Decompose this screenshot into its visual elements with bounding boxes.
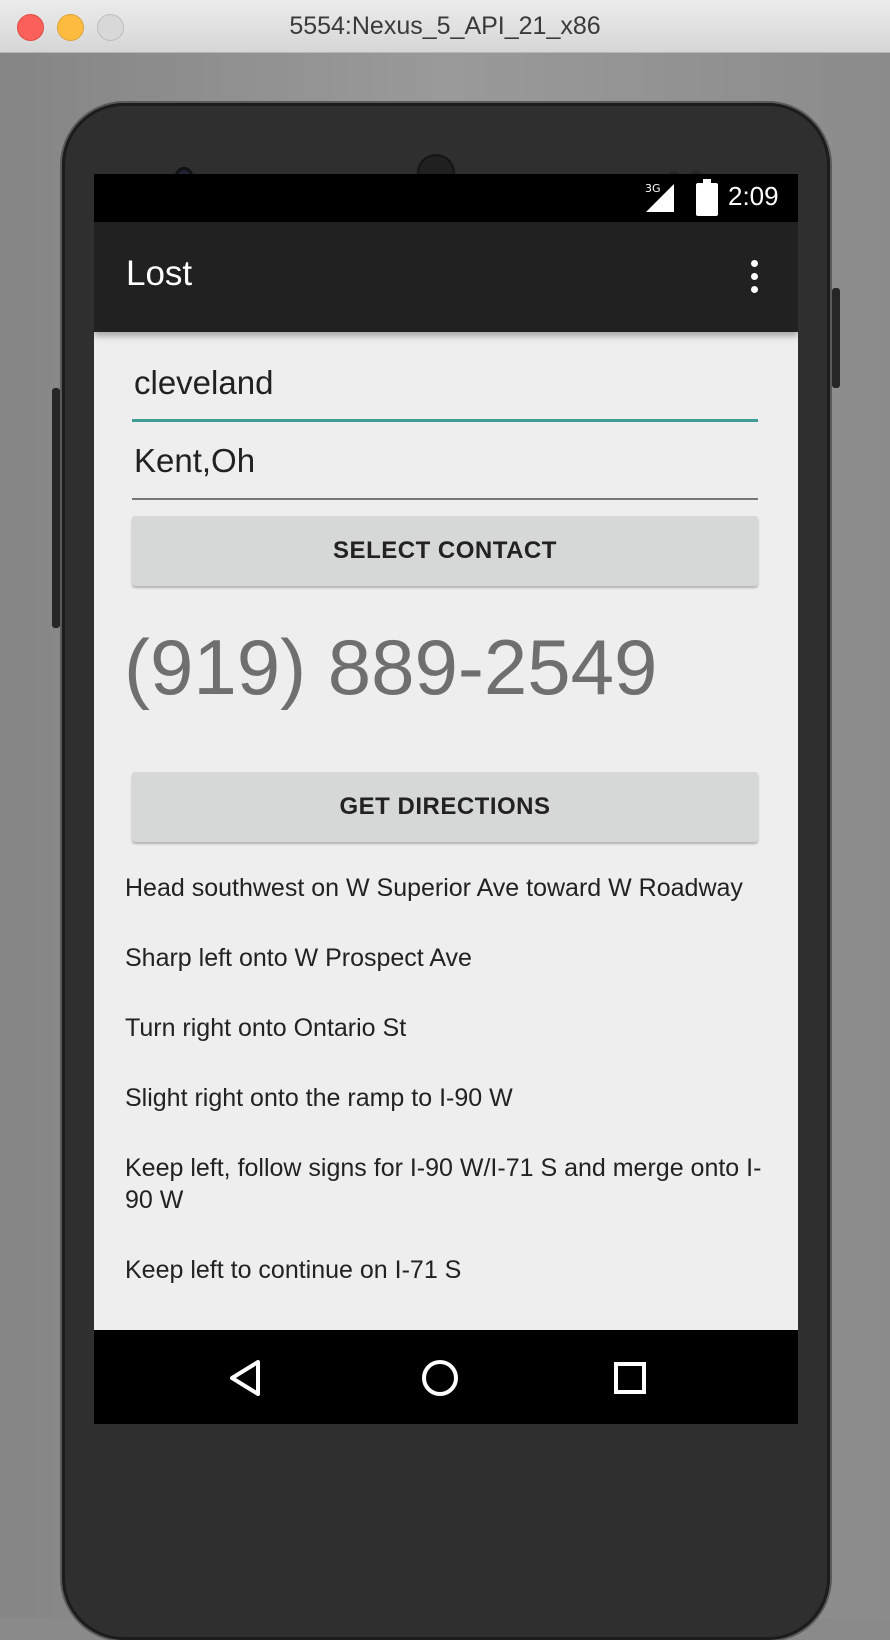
destination-value: Kent,Oh [134, 442, 256, 479]
navigation-bar [94, 1330, 798, 1424]
origin-underline [132, 419, 758, 422]
home-circle-icon[interactable] [416, 1354, 464, 1402]
more-vert-icon[interactable] [744, 260, 764, 300]
status-bar: 3G 2:09 [94, 174, 798, 222]
window-titlebar: 5554:Nexus_5_API_21_x86 [0, 0, 890, 53]
power-button[interactable] [832, 288, 840, 388]
emulator-background: 3G 2:09 Lost cleveland Kent,Oh SELECT CO… [0, 53, 890, 1640]
direction-step: Head southwest on W Superior Ave toward … [125, 874, 743, 902]
volume-button[interactable] [52, 388, 60, 628]
destination-underline [132, 498, 758, 500]
app-title: Lost [126, 254, 193, 293]
direction-step: Keep left to continue on I-71 S [125, 1256, 462, 1284]
app-bar: Lost [94, 222, 798, 332]
select-contact-button[interactable]: SELECT CONTACT [132, 516, 758, 586]
direction-step: Turn right onto Ontario St [125, 1014, 407, 1042]
destination-field[interactable]: Kent,Oh [132, 434, 758, 500]
direction-step: Slight right onto the ramp to I-90 W [125, 1084, 513, 1112]
direction-step: Sharp left onto W Prospect Ave [125, 944, 472, 972]
directions-list: Head southwest on W Superior Ave toward … [125, 872, 765, 1324]
contact-phone-number: (919) 889-2549 [124, 623, 658, 711]
window-title: 5554:Nexus_5_API_21_x86 [289, 12, 601, 40]
device-screen: 3G 2:09 Lost cleveland Kent,Oh SELECT CO… [94, 174, 798, 1424]
direction-step: Keep left, follow signs for I-90 W/I-71 … [125, 1154, 762, 1214]
signal-icon [646, 184, 674, 212]
origin-field[interactable]: cleveland [132, 356, 758, 422]
battery-icon [696, 179, 718, 216]
origin-value: cleveland [134, 364, 274, 401]
recents-square-icon[interactable] [606, 1354, 654, 1402]
status-time: 2:09 [728, 181, 779, 211]
back-triangle-icon[interactable] [222, 1354, 270, 1402]
get-directions-button[interactable]: GET DIRECTIONS [132, 772, 758, 842]
